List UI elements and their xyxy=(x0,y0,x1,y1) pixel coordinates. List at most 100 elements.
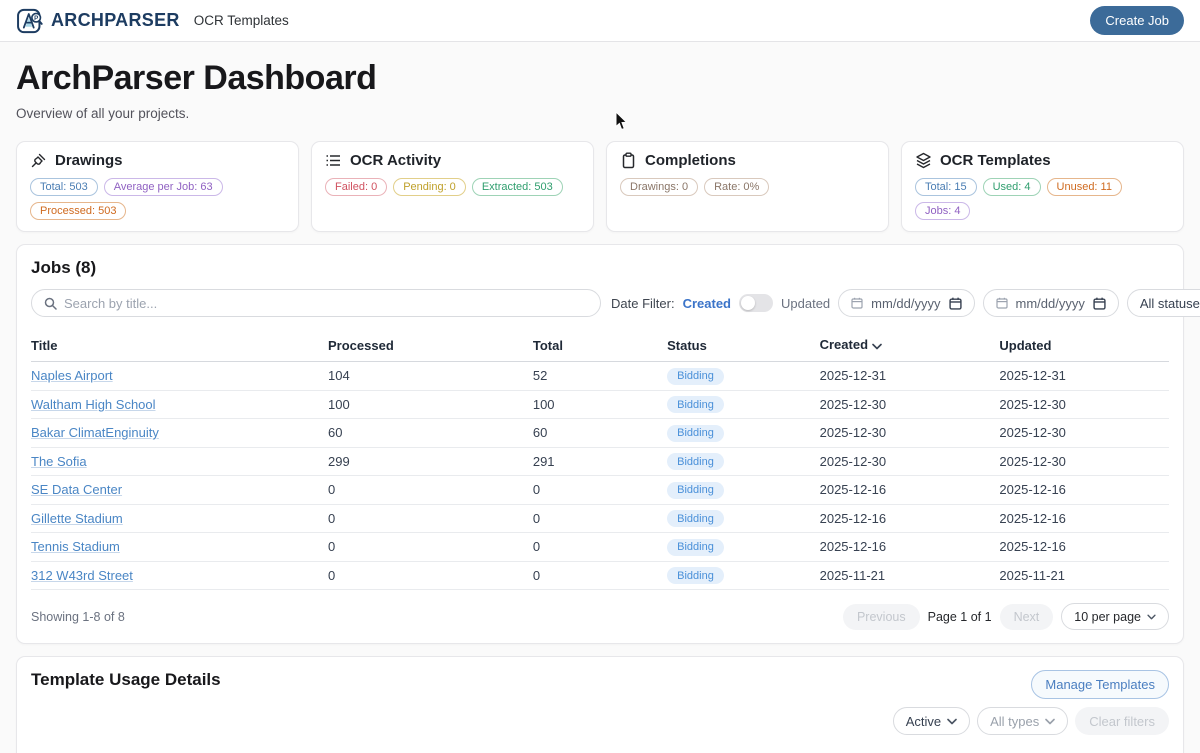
job-title-link[interactable]: Tennis Stadium xyxy=(31,539,120,554)
extracted-503-badge: Extracted: 503 xyxy=(472,178,563,196)
template-filter-row: Active All types Clear filters xyxy=(31,707,1169,735)
chevron-down-icon xyxy=(1045,718,1055,725)
types-filter-value: All types xyxy=(990,714,1039,729)
job-title-link[interactable]: 312 W43rd Street xyxy=(31,568,133,583)
job-title-link[interactable]: Bakar ClimatEnginuity xyxy=(31,425,159,440)
date-from-input[interactable]: mm/dd/yyyy xyxy=(838,289,974,317)
clear-filters-button[interactable]: Clear filters xyxy=(1075,707,1169,735)
column-header-title[interactable]: Title xyxy=(31,338,328,353)
date-filter-created-label[interactable]: Created xyxy=(683,296,731,311)
page-subtitle: Overview of all your projects. xyxy=(16,106,1184,121)
stat-card-badges: Total: 15Used: 4Unused: 11Jobs: 4 xyxy=(915,178,1170,220)
date-filter-toggle[interactable] xyxy=(739,294,773,312)
job-updated-value: 2025-12-30 xyxy=(999,425,1169,440)
column-header-status[interactable]: Status xyxy=(667,338,819,353)
job-total-value: 52 xyxy=(533,368,667,383)
date-to-input[interactable]: mm/dd/yyyy xyxy=(983,289,1119,317)
job-total-value: 291 xyxy=(533,454,667,469)
status-badge: Bidding xyxy=(667,539,724,556)
search-input[interactable] xyxy=(64,296,588,311)
date-to-value: mm/dd/yyyy xyxy=(1016,296,1085,311)
showing-count: Showing 1-8 of 8 xyxy=(31,610,125,624)
table-row: 312 W43rd Street 0 0 Bidding 2025-11-21 … xyxy=(31,562,1169,591)
statuses-dropdown[interactable]: All statuses xyxy=(1127,289,1200,317)
rate-0--badge: Rate: 0% xyxy=(704,178,769,196)
active-filter-dropdown[interactable]: Active xyxy=(893,707,970,735)
stat-card-ocr-activity: OCR Activity Failed: 0Pending: 0Extracte… xyxy=(311,141,594,232)
page-info: Page 1 of 1 xyxy=(928,610,992,624)
active-filter-value: Active xyxy=(906,714,941,729)
column-header-created[interactable]: Created xyxy=(820,337,1000,353)
column-header-total[interactable]: Total xyxy=(533,338,667,353)
table-row: Naples Airport 104 52 Bidding 2025-12-31… xyxy=(31,362,1169,391)
job-updated-value: 2025-12-16 xyxy=(999,511,1169,526)
average-per-job-63-badge: Average per Job: 63 xyxy=(104,178,223,196)
status-badge: Bidding xyxy=(667,425,724,442)
job-created-value: 2025-12-16 xyxy=(820,511,1000,526)
status-badge: Bidding xyxy=(667,368,724,385)
job-updated-value: 2025-12-30 xyxy=(999,454,1169,469)
date-filter-label: Date Filter: xyxy=(611,296,675,311)
date-from-value: mm/dd/yyyy xyxy=(871,296,940,311)
stat-cards-row: Drawings Total: 503Average per Job: 63Pr… xyxy=(0,131,1200,232)
list-icon xyxy=(325,152,342,169)
job-processed-value: 0 xyxy=(328,539,533,554)
calendar-picker-icon[interactable] xyxy=(1093,297,1106,310)
job-title-link[interactable]: SE Data Center xyxy=(31,482,122,497)
stat-card-badges: Total: 503Average per Job: 63Processed: … xyxy=(30,178,285,220)
job-created-value: 2025-11-21 xyxy=(820,568,1000,583)
column-header-processed[interactable]: Processed xyxy=(328,338,533,353)
stat-card-badges: Drawings: 0 Rate: 0% xyxy=(620,178,875,196)
drawings-0-badge: Drawings: 0 xyxy=(620,178,698,196)
chevron-down-icon xyxy=(947,718,957,725)
brand-name: ARCHPARSER xyxy=(51,10,180,31)
pin-icon xyxy=(30,152,47,169)
search-input-wrap xyxy=(31,289,601,317)
per-page-dropdown[interactable]: 10 per page xyxy=(1061,603,1169,630)
column-header-updated[interactable]: Updated xyxy=(999,338,1169,353)
page-header: ArchParser Dashboard Overview of all you… xyxy=(0,42,1200,131)
previous-page-button[interactable]: Previous xyxy=(843,604,920,630)
table-row: SE Data Center 0 0 Bidding 2025-12-16 20… xyxy=(31,476,1169,505)
page-title: ArchParser Dashboard xyxy=(16,59,1184,98)
manage-templates-button[interactable]: Manage Templates xyxy=(1031,670,1169,699)
job-updated-value: 2025-12-31 xyxy=(999,368,1169,383)
archparser-logo-icon: P xyxy=(16,7,44,35)
top-bar: P ARCHPARSER OCR Templates Create Job xyxy=(0,0,1200,42)
jobs-panel: Jobs (8) Date Filter: Created Updated mm… xyxy=(16,244,1184,644)
job-updated-value: 2025-12-16 xyxy=(999,482,1169,497)
job-title-link[interactable]: Gillette Stadium xyxy=(31,511,123,526)
jobs-table-header: Title Processed Total Status Created Upd… xyxy=(31,331,1169,362)
job-created-value: 2025-12-30 xyxy=(820,454,1000,469)
job-title-link[interactable]: Naples Airport xyxy=(31,368,113,383)
types-filter-dropdown[interactable]: All types xyxy=(977,707,1068,735)
job-title-link[interactable]: Waltham High School xyxy=(31,397,156,412)
jobs-table-footer: Showing 1-8 of 8 Previous Page 1 of 1 Ne… xyxy=(31,603,1169,630)
status-badge: Bidding xyxy=(667,567,724,584)
job-processed-value: 60 xyxy=(328,425,533,440)
stat-card-title: OCR Templates xyxy=(940,152,1051,169)
status-badge: Bidding xyxy=(667,482,724,499)
pending-0-badge: Pending: 0 xyxy=(393,178,466,196)
job-updated-value: 2025-12-30 xyxy=(999,397,1169,412)
jobs-filter-row: Date Filter: Created Updated mm/dd/yyyy … xyxy=(31,289,1169,317)
job-processed-value: 299 xyxy=(328,454,533,469)
date-filter-updated-label[interactable]: Updated xyxy=(781,296,830,311)
job-created-value: 2025-12-16 xyxy=(820,482,1000,497)
calendar-picker-icon[interactable] xyxy=(949,297,962,310)
job-created-value: 2025-12-16 xyxy=(820,539,1000,554)
status-badge: Bidding xyxy=(667,396,724,413)
svg-text:P: P xyxy=(34,14,38,21)
stat-card-badges: Failed: 0Pending: 0Extracted: 503 xyxy=(325,178,580,196)
job-processed-value: 104 xyxy=(328,368,533,383)
job-title-link[interactable]: The Sofia xyxy=(31,454,87,469)
calendar-icon xyxy=(996,297,1008,309)
templates-table-header: Template Name Drawing Sets Drawings Jobs… xyxy=(31,747,1169,753)
create-job-button[interactable]: Create Job xyxy=(1090,6,1184,35)
statuses-dropdown-value: All statuses xyxy=(1140,296,1200,311)
job-created-value: 2025-12-30 xyxy=(820,397,1000,412)
templates-table: Template Name Drawing Sets Drawings Jobs… xyxy=(31,747,1169,753)
job-total-value: 0 xyxy=(533,511,667,526)
stat-card-ocr-templates: OCR Templates Total: 15Used: 4Unused: 11… xyxy=(901,141,1184,232)
next-page-button[interactable]: Next xyxy=(1000,604,1054,630)
